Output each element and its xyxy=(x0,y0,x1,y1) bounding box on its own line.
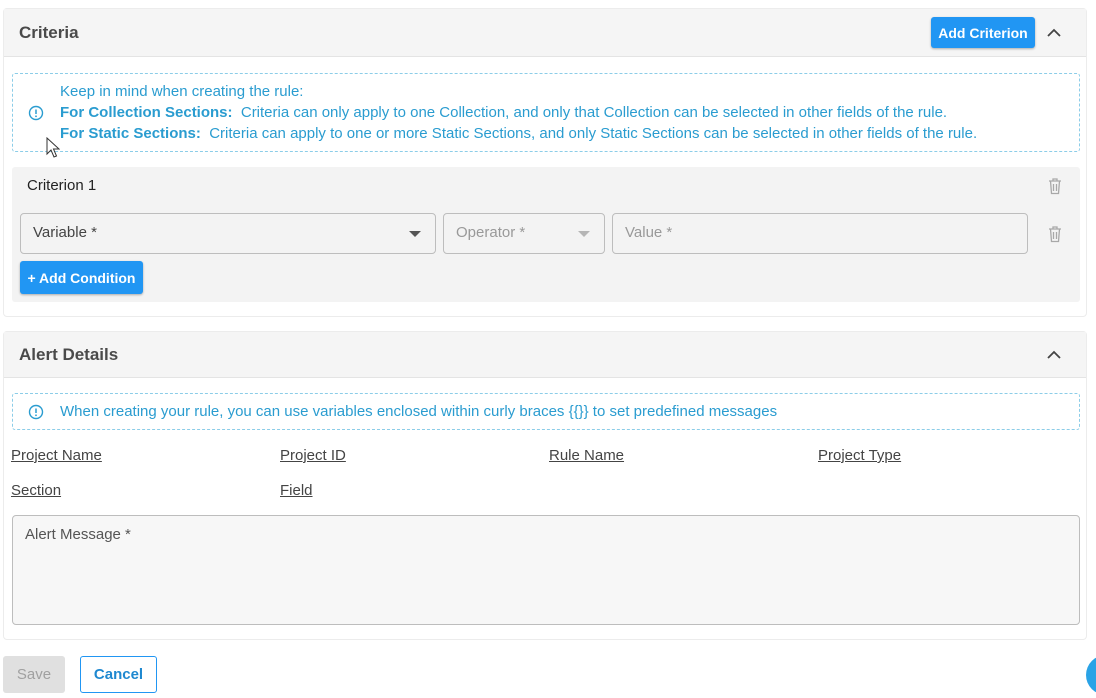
alert-message-textarea[interactable]: Alert Message * xyxy=(12,515,1080,625)
alert-info-text: When creating your rule, you can use var… xyxy=(60,403,778,420)
save-button[interactable]: Save xyxy=(3,656,65,693)
variable-link-project-id[interactable]: Project ID xyxy=(280,447,346,464)
chevron-up-icon[interactable] xyxy=(1046,347,1062,363)
criteria-header: Criteria Add Criterion xyxy=(4,9,1086,57)
value-placeholder: Value * xyxy=(625,224,673,241)
dropdown-caret-icon xyxy=(409,231,421,237)
add-condition-button[interactable]: + Add Condition xyxy=(20,261,143,294)
variable-link-rule-name[interactable]: Rule Name xyxy=(549,447,624,464)
operator-placeholder: Operator * xyxy=(456,224,526,241)
alert-message-placeholder: Alert Message * xyxy=(25,526,131,543)
info-icon xyxy=(28,404,44,420)
alert-details-panel: Alert Details When creating your rule, y… xyxy=(3,331,1087,640)
value-input[interactable]: Value * xyxy=(612,213,1028,254)
cancel-button[interactable]: Cancel xyxy=(80,656,157,693)
operator-select[interactable]: Operator * xyxy=(443,213,605,254)
static-label: For Static Sections: xyxy=(60,125,201,142)
variable-link-project-type[interactable]: Project Type xyxy=(818,447,901,464)
criterion-title: Criterion 1 xyxy=(27,177,97,194)
chevron-up-icon[interactable] xyxy=(1046,25,1062,41)
variable-link-section[interactable]: Section xyxy=(11,482,61,499)
variable-select[interactable]: Variable * xyxy=(20,213,436,254)
info-icon xyxy=(28,105,44,121)
collection-text: Criteria can only apply to one Collectio… xyxy=(240,104,948,121)
mouse-cursor-icon xyxy=(46,137,60,158)
criteria-title: Criteria xyxy=(19,23,79,42)
variable-link-project-name[interactable]: Project Name xyxy=(11,447,102,464)
variable-link-field[interactable]: Field xyxy=(280,482,313,499)
delete-criterion-icon[interactable] xyxy=(1047,177,1063,195)
alert-info-box: When creating your rule, you can use var… xyxy=(12,393,1080,430)
criteria-panel: Criteria Add Criterion Keep in mind when… xyxy=(3,8,1087,317)
dropdown-caret-icon xyxy=(578,231,590,237)
static-text: Criteria can apply to one or more Static… xyxy=(209,125,978,142)
collection-label: For Collection Sections: xyxy=(60,104,233,121)
criterion-card: Criterion 1 Variable * Operator * Value … xyxy=(12,167,1080,302)
variable-placeholder: Variable * xyxy=(33,224,97,241)
add-criterion-button[interactable]: Add Criterion xyxy=(931,17,1035,48)
alert-header: Alert Details xyxy=(4,332,1086,378)
alert-title: Alert Details xyxy=(19,345,119,364)
info-static-line: For Static Sections: Criteria can apply … xyxy=(60,125,977,142)
info-collection-line: For Collection Sections: Criteria can on… xyxy=(60,104,947,121)
floating-action-button[interactable] xyxy=(1086,655,1096,695)
delete-condition-icon[interactable] xyxy=(1047,225,1063,243)
criteria-info-box: Keep in mind when creating the rule: For… xyxy=(12,73,1080,152)
info-intro: Keep in mind when creating the rule: xyxy=(60,83,304,100)
